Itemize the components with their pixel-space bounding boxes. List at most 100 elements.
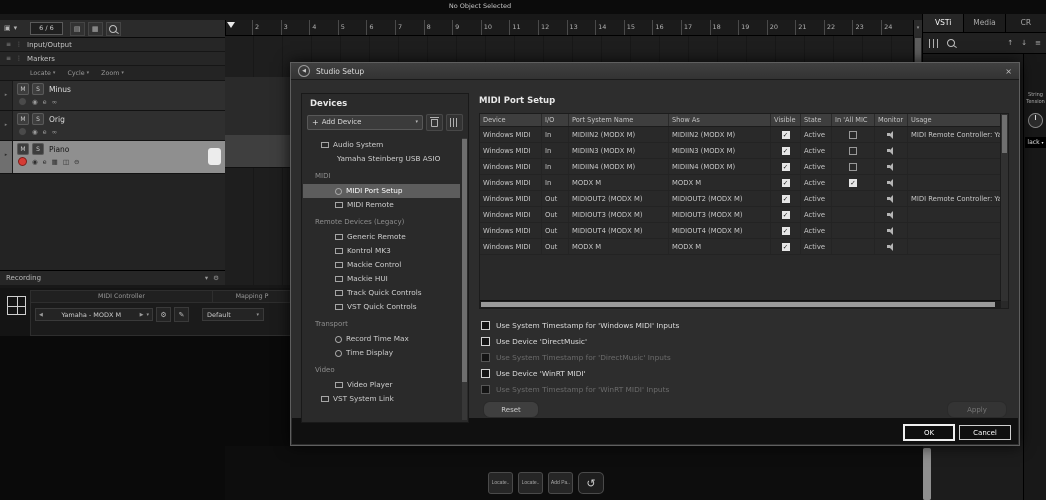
reset-button[interactable]: Reset xyxy=(483,401,539,418)
mapping-page-selector[interactable]: Default ▾ xyxy=(202,308,264,321)
next-icon[interactable]: ▶ xyxy=(140,312,144,318)
visible-checkbox[interactable] xyxy=(781,130,790,139)
in-all-midi-checkbox[interactable] xyxy=(849,178,857,187)
timeline-ruler[interactable]: 2 3 4 5 6 7 8 9 10 11 12 13 14 15 16 17 18 19 20 21 22 23 24 xyxy=(226,20,913,36)
monitor-icon[interactable] xyxy=(887,226,895,235)
visible-checkbox[interactable] xyxy=(781,162,790,171)
monitor-icon[interactable] xyxy=(887,242,895,251)
column-header[interactable]: Show As xyxy=(669,114,771,126)
menu-icon[interactable]: ≡ xyxy=(1035,39,1041,47)
caret-down-icon[interactable]: ▾ xyxy=(14,23,18,34)
midi-option[interactable]: Use Device 'DirectMusic' xyxy=(481,333,1007,349)
tree-item-vst-quick-controls[interactable]: VST Quick Controls xyxy=(303,300,460,314)
delete-device-button[interactable] xyxy=(426,113,443,131)
tree-item-kontrol-mk3[interactable]: Kontrol MK3 xyxy=(303,244,460,258)
add-device-dropdown[interactable]: + Add Device ▾ xyxy=(307,114,423,130)
midi-option[interactable]: Use System Timestamp for 'Windows MIDI' … xyxy=(481,317,1007,333)
solo-button[interactable]: S xyxy=(32,113,44,125)
mute-button[interactable]: M xyxy=(17,83,29,95)
tree-item-record-time-max[interactable]: Record Time Max xyxy=(303,332,460,346)
record-arm-icon[interactable] xyxy=(18,157,27,166)
monitor-speaker-icon[interactable]: ◉ xyxy=(32,157,38,167)
track-handle[interactable]: ▸ xyxy=(0,81,13,110)
midi-controller-selector[interactable]: ◀ Yamaha - MODX M ▶ ▾ xyxy=(35,308,153,321)
mini-action-button[interactable]: Locate.. xyxy=(518,472,543,494)
track-handle[interactable]: ▸ xyxy=(0,141,13,173)
marker-control[interactable]: Cycle ▾ xyxy=(67,70,89,77)
midi-port-row[interactable]: Windows MIDI Out MIDIOUT2 (MODX M) MIDIO… xyxy=(480,191,1001,207)
track-piano[interactable]: ▸ M S Piano ◉ e ▦ ◫ ⊖ xyxy=(0,141,225,174)
caret-down-icon[interactable]: ▾ xyxy=(205,274,208,282)
option-checkbox[interactable] xyxy=(481,336,490,346)
marker-control[interactable]: Zoom ▾ xyxy=(101,70,124,77)
playhead-marker[interactable] xyxy=(227,22,235,28)
prev-icon[interactable]: ◀ xyxy=(39,312,43,318)
track-orig[interactable]: ▸ M S Orig ◉ e ∞ xyxy=(0,111,225,141)
midi-port-row[interactable]: Windows MIDI Out MIDIOUT3 (MODX M) MIDIO… xyxy=(480,207,1001,223)
edit-channel-icon[interactable]: e xyxy=(43,97,47,107)
freeze-icon[interactable]: ⊖ xyxy=(74,157,79,167)
edit-channel-icon[interactable]: e xyxy=(43,127,47,137)
markers-row[interactable]: ≡ ⋮ Markers xyxy=(0,52,225,66)
table-horizontal-scrollbar[interactable] xyxy=(480,300,1001,308)
tree-item-vst-system-link[interactable]: VST System Link xyxy=(303,392,460,406)
column-header[interactable]: In 'All MIC xyxy=(832,114,875,126)
tree-item-audio-system[interactable]: Audio System xyxy=(303,138,460,152)
pencil-icon[interactable]: ✎ xyxy=(174,307,189,322)
visible-checkbox[interactable] xyxy=(781,194,790,203)
right-zone-tab[interactable]: Media xyxy=(964,14,1006,32)
visible-checkbox[interactable] xyxy=(781,242,790,251)
mini-action-button[interactable]: Locate.. xyxy=(488,472,513,494)
right-zone-tab[interactable]: VSTi xyxy=(923,14,965,32)
option-checkbox[interactable] xyxy=(481,352,490,362)
table-vertical-scrollbar[interactable] xyxy=(1000,114,1008,301)
midi-port-row[interactable]: Windows MIDI In MIDIIN3 (MODX M) MIDIIN3… xyxy=(480,143,1001,159)
tree-item-midi-remote[interactable]: MIDI Remote xyxy=(303,198,460,212)
tree-item-time-display[interactable]: Time Display xyxy=(303,346,460,360)
solo-button[interactable]: S xyxy=(32,83,44,95)
column-header[interactable]: Device xyxy=(480,114,542,126)
monitor-icon[interactable] xyxy=(887,210,895,219)
bottom-right-scrollbar[interactable] xyxy=(923,448,931,500)
record-arm-icon[interactable] xyxy=(18,97,27,106)
midi-remote-grid-icon[interactable] xyxy=(7,296,26,315)
option-checkbox[interactable] xyxy=(481,368,490,378)
tree-item-generic-remote[interactable]: Generic Remote xyxy=(303,230,460,244)
cancel-button[interactable]: Cancel xyxy=(959,425,1011,440)
monitor-icon[interactable] xyxy=(887,146,895,155)
list-icon[interactable]: ▤ xyxy=(69,21,85,36)
column-header[interactable]: Monitor xyxy=(875,114,908,126)
columns-button[interactable] xyxy=(446,113,463,131)
mute-button[interactable]: M xyxy=(17,113,29,125)
scroll-down-icon[interactable]: ↓ xyxy=(1021,39,1027,47)
preset-dropdown[interactable]: lack ▾ xyxy=(1024,137,1046,148)
mini-action-button[interactable]: Add Pa.. xyxy=(548,472,573,494)
monitor-icon[interactable] xyxy=(887,194,895,203)
monitor-icon[interactable] xyxy=(887,162,895,171)
automation-icon[interactable]: ∞ xyxy=(52,97,57,107)
midi-port-row[interactable]: Windows MIDI In MIDIIN4 (MODX M) MIDIIN4… xyxy=(480,159,1001,175)
in-all-midi-checkbox[interactable] xyxy=(849,130,857,139)
gear-icon[interactable]: ⚙ xyxy=(213,274,219,282)
device-tree-scrollbar[interactable] xyxy=(462,138,467,420)
automation-icon[interactable]: ∞ xyxy=(52,127,57,137)
column-header[interactable]: Usage xyxy=(908,114,1001,126)
visible-checkbox[interactable] xyxy=(781,226,790,235)
option-checkbox[interactable] xyxy=(481,320,490,330)
tree-item-mackie-control[interactable]: Mackie Control xyxy=(303,258,460,272)
monitor-speaker-icon[interactable]: ◉ xyxy=(32,97,38,107)
option-checkbox[interactable] xyxy=(481,384,490,394)
midi-port-row[interactable]: Windows MIDI Out MIDIOUT4 (MODX M) MIDIO… xyxy=(480,223,1001,239)
column-header[interactable]: State xyxy=(801,114,832,126)
midi-port-row[interactable]: Windows MIDI In MIDIIN2 (MODX M) MIDIIN2… xyxy=(480,127,1001,143)
fader-icon[interactable] xyxy=(929,38,939,48)
ok-button[interactable]: OK xyxy=(904,425,954,440)
marker-control[interactable]: Locate ▾ xyxy=(30,70,55,77)
visible-checkbox[interactable] xyxy=(781,210,790,219)
undo-icon[interactable]: ↺ xyxy=(578,472,604,494)
column-header[interactable]: Port System Name xyxy=(569,114,669,126)
edit-channel-icon[interactable]: e xyxy=(43,157,47,167)
monitor-icon[interactable] xyxy=(887,130,895,139)
panel-icon[interactable]: ▣ xyxy=(4,23,11,34)
track-handle[interactable]: ▸ xyxy=(0,111,13,140)
